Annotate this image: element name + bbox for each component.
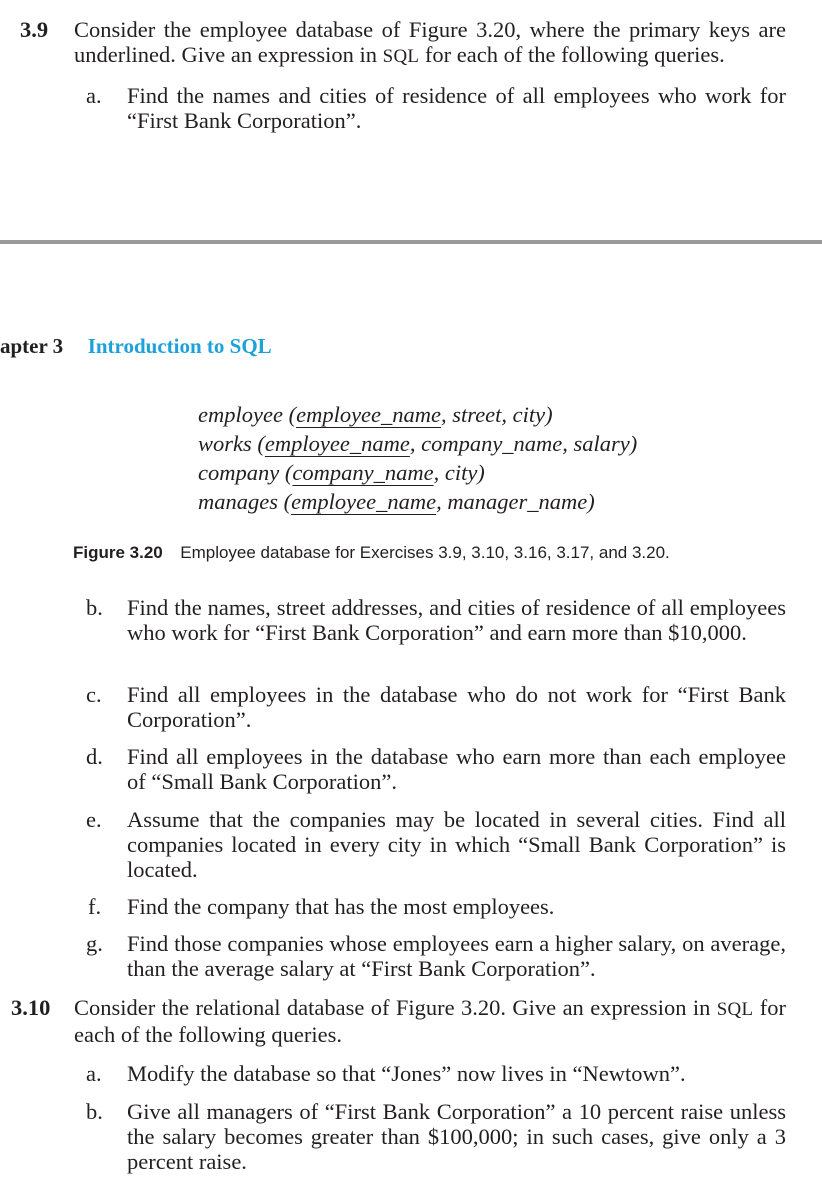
relation-name: company <box>198 460 280 485</box>
exercise-3-10-sql: SQL <box>716 999 754 1020</box>
primary-key: employee_name <box>264 431 410 456</box>
chapter-label: apter 3 <box>0 334 64 358</box>
item-text-3-10-a: Modify the database so that “Jones” now … <box>127 1061 686 1086</box>
figure-caption: Figure 3.20 Employee database for Exerci… <box>73 543 670 563</box>
figure-caption-text: Employee database for Exercises 3.9, 3.1… <box>180 543 670 562</box>
relation-name: manages <box>198 489 278 514</box>
figure-caption-label: Figure 3.20 <box>73 543 163 562</box>
primary-key: employee_name <box>296 402 442 427</box>
exercise-3-10-number: 3.10 <box>11 995 51 1020</box>
item-label-f: f. <box>88 894 102 919</box>
item-label-b: b. <box>86 595 103 620</box>
running-header: apter 3 Introduction to SQL <box>0 334 272 359</box>
item-text-d: Find all employees in the database who e… <box>127 744 786 794</box>
exercise-3-10-text: Consider the relational database of Figu… <box>74 995 711 1020</box>
item-text-e: Assume that the companies may be located… <box>127 807 786 882</box>
exercise-3-9-prompt: Consider the employee database of Figure… <box>74 17 786 69</box>
item-text-3-10-b: Give all managers of “First Bank Corpora… <box>127 1099 786 1174</box>
primary-key: company_name <box>292 460 434 485</box>
relation-name: employee <box>198 402 283 427</box>
exercise-3-9-text-tail: for each of the following queries. <box>424 42 725 67</box>
exercise-3-9-number: 3.9 <box>20 17 49 42</box>
item-text-a: Find the names and cities of residence o… <box>127 83 786 133</box>
item-label-c: c. <box>86 682 102 707</box>
exercise-3-10-prompt: Consider the relational database of Figu… <box>74 995 786 1047</box>
schema-row-company: company (company_name, city) <box>198 460 485 485</box>
item-text-b: Find the names, street addresses, and ci… <box>127 595 786 645</box>
item-label-a: a. <box>86 83 102 108</box>
item-text-c: Find all employees in the database who d… <box>127 682 786 732</box>
relation-name: works <box>198 431 252 456</box>
page-divider <box>0 240 822 244</box>
item-text-g: Find those companies whose employees ear… <box>127 931 786 981</box>
schema-row-manages: manages (employee_name, manager_name) <box>198 489 595 514</box>
chapter-title: Introduction to SQL <box>87 334 272 358</box>
item-label-g: g. <box>86 931 103 956</box>
primary-key: employee_name <box>291 489 437 514</box>
item-label-3-10-a: a. <box>86 1061 102 1086</box>
item-label-d: d. <box>86 744 103 769</box>
exercise-3-9-sql: SQL <box>382 46 420 67</box>
item-label-3-10-b: b. <box>86 1099 103 1124</box>
item-label-e: e. <box>86 807 102 832</box>
item-text-f: Find the company that has the most emplo… <box>127 894 555 919</box>
schema-row-employee: employee (employee_name, street, city) <box>198 402 553 427</box>
schema-row-works: works (employee_name, company_name, sala… <box>198 431 638 456</box>
figure-schema: employee (employee_name, street, city) w… <box>198 400 637 516</box>
